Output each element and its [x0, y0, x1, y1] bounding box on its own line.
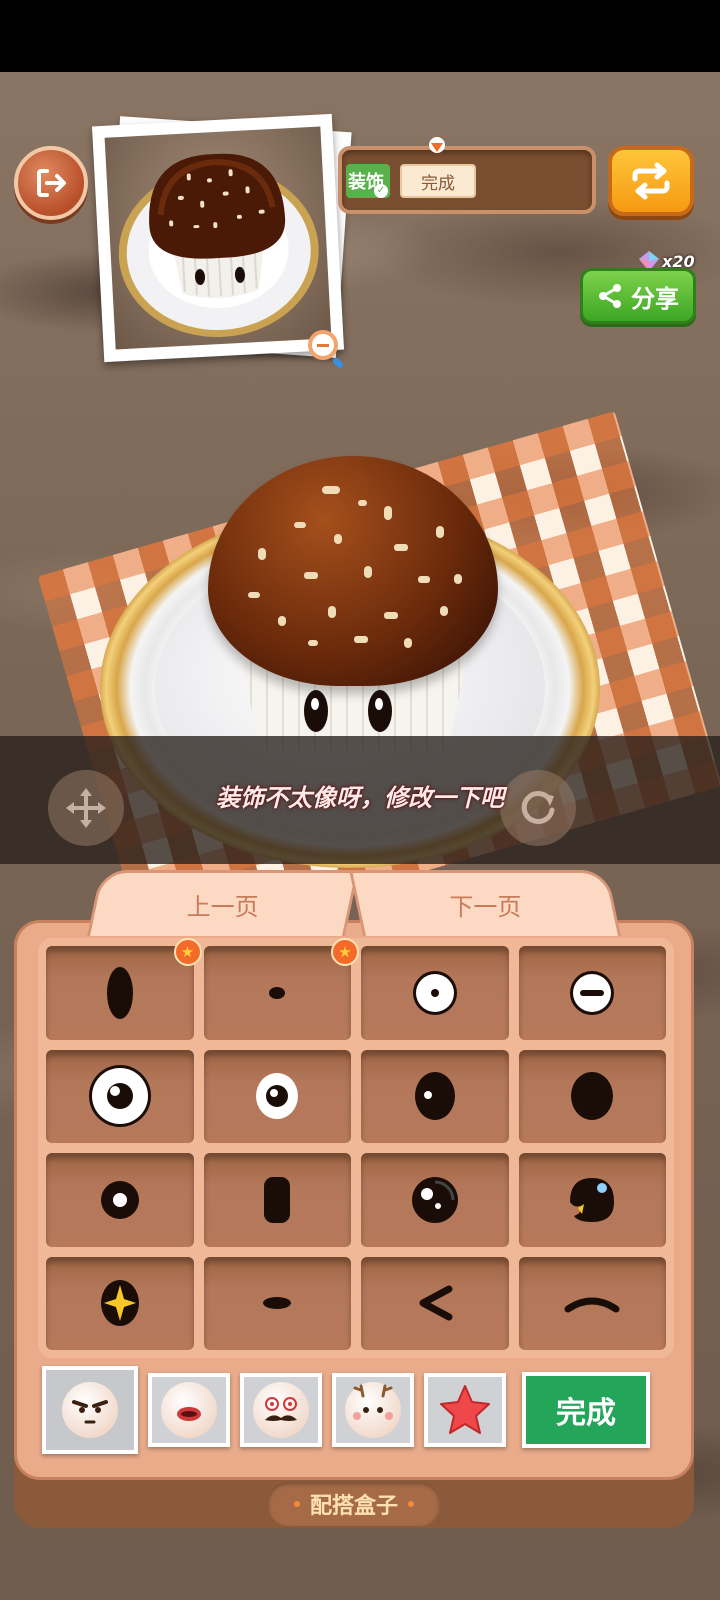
star-decor-icon [440, 1385, 490, 1434]
star-eye-icon [100, 1280, 139, 1327]
closed-arc-eye-icon [564, 1297, 620, 1313]
eye-item-white-round[interactable] [361, 946, 509, 1040]
eye-item-sparkle-round[interactable] [361, 1153, 509, 1247]
oval-shine-eye-icon [414, 1072, 455, 1121]
swap-button[interactable] [608, 146, 694, 216]
share-icon [599, 284, 621, 308]
category-strip: 完成 [42, 1362, 682, 1458]
star-badge-icon: ★ [173, 938, 202, 966]
prev-page-tab[interactable]: 上一页 [86, 870, 360, 936]
dot-decor [408, 1501, 414, 1507]
share-label: 分享 [631, 284, 679, 313]
swap-arrows-icon [632, 162, 670, 200]
cake-right-eye[interactable] [368, 690, 392, 732]
star-badge-icon: ★ [331, 938, 359, 966]
eye-item-medium-white[interactable] [203, 1049, 351, 1143]
muffin-top[interactable] [208, 456, 498, 686]
sleepy-round-eye-icon [570, 970, 615, 1015]
check-icon: ✓ [374, 184, 388, 198]
exit-icon [37, 169, 66, 197]
eye-item-cute-shine[interactable] [518, 1153, 666, 1247]
step-done: 完成 [400, 164, 476, 198]
eye-item-big-oval[interactable] [518, 1049, 666, 1143]
category-eyebrow-face[interactable] [42, 1366, 138, 1454]
dot-eye-icon [269, 986, 286, 999]
eye-item-big-white[interactable] [46, 1049, 194, 1143]
progress-marker-icon [429, 137, 445, 153]
category-mustache-face[interactable] [240, 1373, 322, 1447]
medium-white-eye-icon [256, 1073, 299, 1120]
dash-eye-icon [263, 1297, 292, 1310]
eye-item-dash[interactable] [203, 1256, 351, 1350]
rect-eye-icon [264, 1176, 291, 1223]
less-than-eye-icon [419, 1285, 453, 1321]
category-mouth-face[interactable] [148, 1373, 230, 1447]
box-title-text: 配搭盒子 [309, 1494, 398, 1519]
eye-item-tall-oval[interactable]: ★ [46, 938, 202, 1040]
big-white-eye-icon [88, 1065, 151, 1128]
eye-item-star[interactable] [46, 1256, 194, 1350]
hint-message: 装饰不太像呀，修改一下吧 [216, 784, 504, 812]
mouth-face-icon [161, 1382, 217, 1438]
dot-decor [293, 1501, 300, 1507]
eye-item-sleepy-round[interactable] [518, 946, 666, 1040]
category-star-decor[interactable] [424, 1373, 506, 1447]
exit-button[interactable] [14, 146, 88, 220]
decoration-box: 上一页 下一页 ★ ★ 完成 配搭盒子 [14, 870, 694, 1530]
next-page-label: 下一页 [449, 893, 522, 921]
cake-left-eye[interactable] [304, 690, 328, 732]
cute-shine-eye-icon [570, 1177, 615, 1222]
eye-item-less-than[interactable] [361, 1256, 509, 1350]
eye-item-dot[interactable]: ★ [203, 938, 359, 1040]
eye-item-oval-shine[interactable] [361, 1049, 509, 1143]
ring-eye-icon [100, 1180, 139, 1219]
box-title: 配搭盒子 [268, 1482, 440, 1526]
sparkle-round-eye-icon [411, 1176, 458, 1223]
antler-face-icon [345, 1382, 401, 1438]
reference-cake-image [104, 126, 332, 350]
zoom-out-icon[interactable] [308, 330, 338, 360]
eye-item-ring[interactable] [46, 1153, 194, 1247]
eye-item-rect[interactable] [203, 1153, 351, 1247]
tall-oval-eye-icon [106, 966, 133, 1019]
share-button[interactable]: 分享 [580, 268, 696, 324]
done-button[interactable]: 完成 [522, 1372, 650, 1448]
prev-page-label: 上一页 [186, 893, 259, 921]
status-bar [0, 0, 720, 72]
progress-bar: 装饰 ✓ 完成 [338, 146, 596, 214]
category-antler-face[interactable] [332, 1373, 414, 1447]
next-page-tab[interactable]: 下一页 [348, 870, 622, 936]
eye-grid: ★ ★ [38, 938, 674, 1358]
eyebrow-face-icon [62, 1382, 118, 1438]
big-oval-eye-icon [571, 1072, 614, 1121]
eye-item-closed-arc[interactable] [518, 1256, 666, 1350]
white-round-eye-icon [412, 970, 457, 1015]
reference-photo[interactable] [91, 113, 345, 363]
mustache-face-icon [253, 1382, 309, 1438]
